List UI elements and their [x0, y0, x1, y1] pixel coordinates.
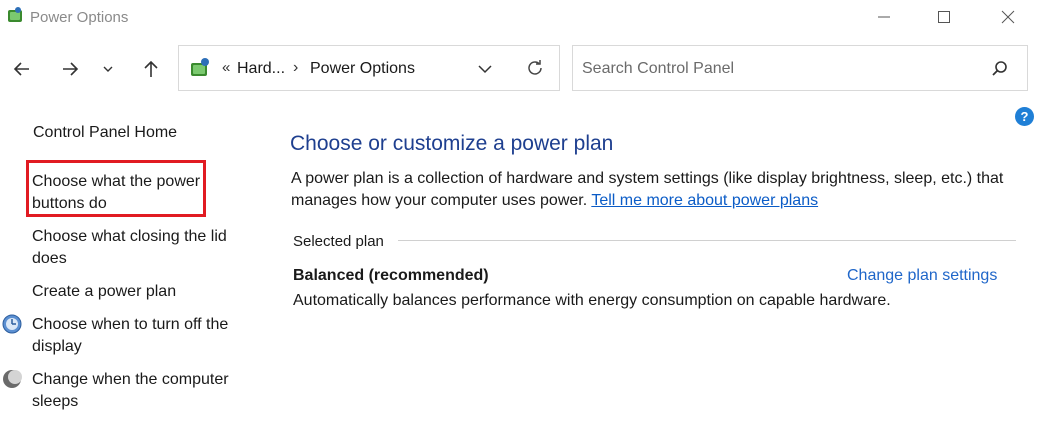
back-button[interactable]: [7, 54, 37, 84]
plan-name: Balanced (recommended): [293, 267, 489, 284]
sidebar-item-label: sleeps: [32, 393, 79, 410]
up-button[interactable]: [136, 54, 166, 84]
sidebar-item-label: Choose what the power: [32, 173, 201, 190]
arrow-left-icon: [13, 62, 29, 76]
plan-description: Automatically balances performance with …: [293, 292, 891, 309]
recent-locations-button[interactable]: [95, 54, 121, 84]
sidebar-item-label: display: [32, 338, 82, 355]
sidebar-item-label: Choose when to turn off the: [32, 316, 229, 333]
maximize-button[interactable]: [914, 0, 974, 34]
sidebar-item-label: Change when the computer: [32, 371, 229, 388]
chevron-down-icon: [103, 66, 113, 72]
refresh-icon[interactable]: [525, 58, 545, 78]
search-input[interactable]: Search Control Panel: [582, 60, 734, 78]
sleep-moon-icon: [3, 370, 22, 388]
sidebar-control-panel-home[interactable]: Control Panel Home: [33, 122, 177, 144]
power-options-icon: [8, 7, 22, 22]
maximize-icon: [938, 11, 950, 23]
search-box[interactable]: Search Control Panel: [572, 45, 1028, 91]
help-button[interactable]: ?: [1015, 107, 1034, 126]
learn-more-link[interactable]: Tell me more about power plans: [591, 192, 818, 209]
sidebar-item-create-power-plan[interactable]: Create a power plan: [32, 281, 176, 303]
minimize-button[interactable]: [854, 0, 914, 34]
selected-plan-label: Selected plan: [293, 233, 384, 250]
address-dropdown-icon[interactable]: [476, 60, 494, 78]
window-title: Power Options: [30, 9, 129, 26]
breadcrumb-separator: ›: [293, 59, 299, 76]
sidebar-item-power-buttons[interactable]: Choose what the power buttons do: [32, 171, 200, 215]
page-description: A power plan is a collection of hardware…: [291, 168, 1011, 212]
close-icon: [1001, 10, 1015, 24]
sidebar-item-label: Create a power plan: [32, 283, 177, 300]
sidebar-item-label: buttons do: [32, 195, 107, 212]
search-icon[interactable]: [991, 60, 1009, 78]
display-icon: [2, 314, 22, 334]
minimize-icon: [878, 16, 890, 18]
title-bar: Power Options: [0, 0, 1044, 36]
sidebar-item-display-off[interactable]: Choose when to turn off the display: [32, 314, 228, 358]
breadcrumb-power-options[interactable]: Power Options: [310, 60, 415, 78]
address-overflow[interactable]: «: [222, 59, 230, 76]
forward-button[interactable]: [55, 54, 85, 84]
sidebar-item-closing-lid[interactable]: Choose what closing the lid does: [32, 226, 227, 270]
page-title: Choose or customize a power plan: [290, 132, 614, 155]
sidebar-item-computer-sleeps[interactable]: Change when the computer sleeps: [32, 369, 229, 413]
sidebar-item-label: does: [32, 250, 67, 267]
arrow-up-icon: [144, 60, 158, 77]
change-plan-settings-link[interactable]: Change plan settings: [847, 267, 997, 285]
section-divider: [398, 240, 1016, 241]
sidebar-item-label: Choose what closing the lid: [32, 228, 227, 245]
address-bar[interactable]: « Hard... › Power Options: [178, 45, 560, 91]
arrow-right-icon: [63, 62, 79, 76]
close-button[interactable]: [978, 0, 1038, 34]
control-panel-icon: [191, 58, 209, 76]
breadcrumb-hardware[interactable]: Hard...: [237, 60, 285, 78]
